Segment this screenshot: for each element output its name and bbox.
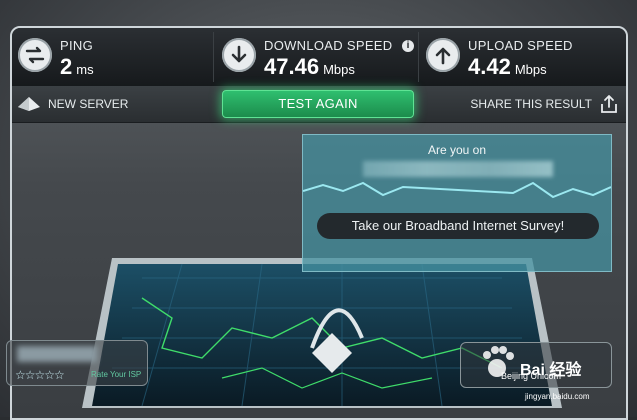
share-result-button[interactable]: SHARE THIS RESULT [470,86,618,122]
arrows-exchange-icon [18,38,52,72]
upload-label: UPLOAD SPEED [468,38,573,53]
new-server-button[interactable]: NEW SERVER [18,86,128,122]
map-gauge [82,258,562,408]
ping-label: PING [60,38,93,53]
new-server-label: NEW SERVER [48,97,129,111]
info-icon[interactable]: i [402,40,414,52]
down-arrow-icon [222,38,256,72]
ping-value: 2 ms [60,54,94,80]
results-bar: PING 2 ms DOWNLOAD SPEED 47.46 Mbps i UP… [12,28,626,87]
divider [418,32,419,82]
download-stat: DOWNLOAD SPEED 47.46 Mbps i [216,28,416,86]
speedtest-window: PING 2 ms DOWNLOAD SPEED 47.46 Mbps i UP… [0,0,637,420]
rating-stars[interactable]: ☆☆☆☆☆ [15,368,65,382]
pyramid-icon [18,97,40,111]
share-label: SHARE THIS RESULT [470,97,592,111]
download-number: 47.46 [264,54,320,79]
share-icon [601,95,617,113]
watermark-url: jingyan.baidu.com [525,392,590,401]
divider [213,32,214,82]
upload-stat: UPLOAD SPEED 4.42 Mbps [420,28,620,86]
action-bar: NEW SERVER TEST AGAIN SHARE THIS RESULT [12,86,626,123]
ping-number: 2 [60,54,73,79]
survey-cta-button[interactable]: Take our Broadband Internet Survey! [317,213,599,239]
watermark-brand: Bai 经验 [520,362,582,379]
speed-graph-decoration [303,181,611,199]
ping-stat: PING 2 ms [12,28,212,86]
rate-isp-link[interactable]: Rate Your ISP [91,370,141,379]
survey-popup: Are you on Take our Broadband Internet S… [302,134,612,272]
upload-number: 4.42 [468,54,511,79]
up-arrow-icon [426,38,460,72]
download-value: 47.46 Mbps [264,54,355,80]
test-again-button[interactable]: TEST AGAIN [222,90,414,118]
upload-value: 4.42 Mbps [468,54,547,80]
survey-title: Are you on [427,143,487,157]
ping-unit: ms [76,62,94,77]
blurred-isp-label [17,346,97,362]
upload-unit: Mbps [514,62,547,77]
download-label: DOWNLOAD SPEED [264,38,393,53]
isp-rating-box: ☆☆☆☆☆ Rate Your ISP [6,340,148,386]
download-unit: Mbps [323,62,355,77]
paw-icon [483,346,514,377]
